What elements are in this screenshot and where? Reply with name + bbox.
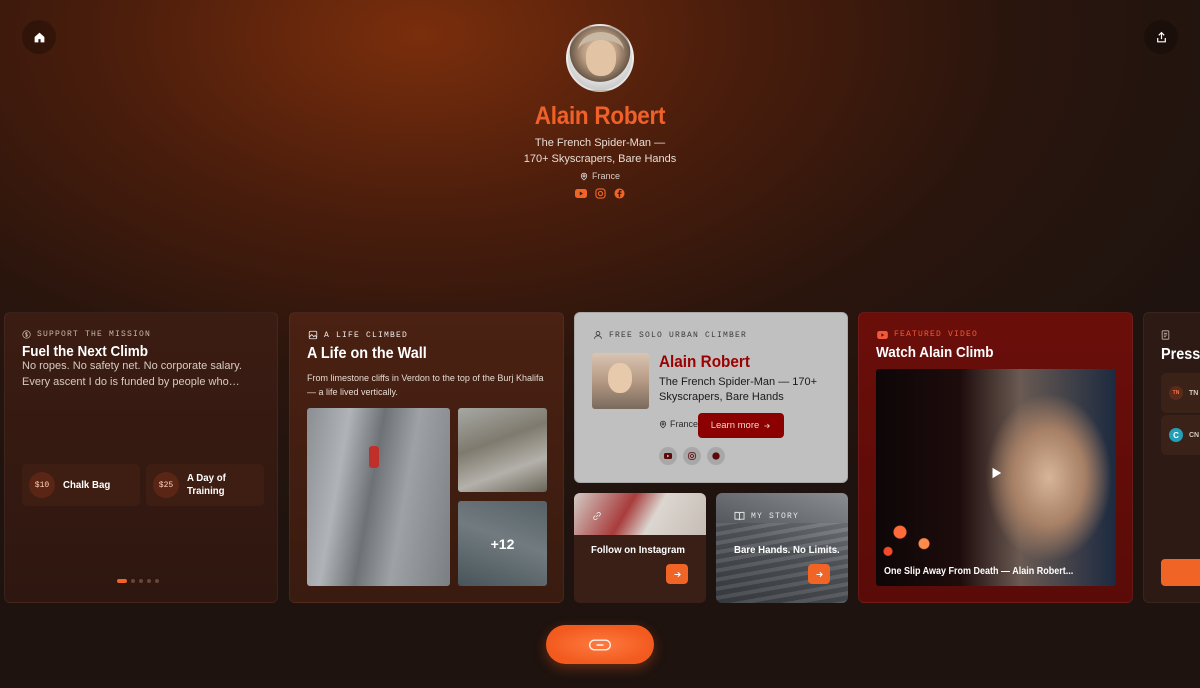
video-eyebrow: FEATURED VIDEO <box>877 330 978 339</box>
gallery-photo-main[interactable] <box>307 408 450 586</box>
support-card: SUPPORT THE MISSION Fuel the Next Climb … <box>4 312 278 603</box>
location-text: France <box>670 419 699 429</box>
press-logo: TN <box>1169 386 1183 400</box>
link-icon <box>593 511 601 521</box>
more-photos-count: +12 <box>458 501 547 586</box>
gallery-photo-more[interactable]: +12 <box>458 501 547 586</box>
instagram-title: Follow on Instagram <box>591 544 685 556</box>
bio-tagline: The French Spider-Man — 170+ Skyscrapers… <box>659 376 818 403</box>
eyebrow-text: MY STORY <box>751 511 800 521</box>
tier-day-of-training[interactable]: $25 A Day of Training <box>146 464 264 506</box>
bio-location: France <box>659 419 698 429</box>
video-card: FEATURED VIDEO Watch Alain Climb One Sli… <box>858 312 1133 603</box>
profile-tagline: The French Spider-Man — 170+ Skyscrapers… <box>0 135 1200 167</box>
pin-icon <box>659 420 667 428</box>
gallery-description: From limestone cliffs in Verdon to the t… <box>307 373 544 397</box>
location-text: France <box>591 171 620 181</box>
document-icon <box>1161 330 1170 340</box>
eyebrow-text: FEATURED VIDEO <box>894 330 979 339</box>
youtube-link[interactable] <box>575 187 587 199</box>
tier-chalk-bag[interactable]: $10 Chalk Bag <box>22 464 140 506</box>
avatar <box>566 24 634 92</box>
play-icon[interactable] <box>989 466 1003 480</box>
tagline-line-1: The French Spider-Man — <box>534 137 666 149</box>
profile-location: France <box>0 171 1200 181</box>
bio-name: Alain Robert <box>659 352 750 371</box>
youtube-icon <box>664 453 672 459</box>
story-arrow-button[interactable] <box>808 564 830 584</box>
eyebrow-text: SUPPORT THE MISSION <box>37 330 152 339</box>
carousel-dot[interactable] <box>155 579 159 583</box>
carousel-dot[interactable] <box>131 579 135 583</box>
bio-avatar <box>592 353 649 409</box>
instagram-link[interactable] <box>683 447 701 465</box>
facebook-icon <box>613 187 625 199</box>
profile-name: Alain Robert <box>534 102 666 130</box>
press-label: CN <box>1189 431 1200 439</box>
story-eyebrow: MY STORY <box>734 511 799 521</box>
tagline-line-2: 170+ Skyscrapers, Bare Hands <box>523 153 677 165</box>
arrow-right-icon <box>674 571 681 577</box>
press-item[interactable]: TN TN <box>1161 373 1200 413</box>
facebook-icon <box>712 452 720 460</box>
link-icon <box>589 639 611 650</box>
video-title: Watch Alain Climb <box>876 344 994 361</box>
profile-header: Alain Robert The French Spider-Man — 170… <box>0 24 1200 199</box>
carousel-dot-active[interactable] <box>117 579 127 583</box>
instagram-link[interactable] <box>594 187 606 199</box>
bio-social-links <box>659 447 725 465</box>
arrow-right-icon <box>764 423 771 428</box>
instagram-icon <box>594 187 606 199</box>
social-links <box>0 187 1200 199</box>
bio-eyebrow: FREE SOLO URBAN CLIMBER <box>593 330 747 340</box>
bio-card: FREE SOLO URBAN CLIMBER Alain Robert The… <box>574 312 848 483</box>
gallery-title: A Life on the Wall <box>307 345 427 362</box>
press-label: TN <box>1189 389 1199 397</box>
instagram-card[interactable]: Follow on Instagram <box>574 493 706 603</box>
tier-name: A Day of Training <box>187 472 226 497</box>
facebook-link[interactable] <box>613 187 625 199</box>
tier-price: $10 <box>29 472 55 498</box>
press-item[interactable]: C CN <box>1161 415 1200 455</box>
instagram-arrow-button[interactable] <box>666 564 688 584</box>
story-card[interactable]: MY STORY Bare Hands. No Limits. <box>716 493 848 603</box>
gallery-eyebrow: A LIFE CLIMBED <box>308 330 408 340</box>
user-icon <box>594 331 602 339</box>
video-player[interactable]: One Slip Away From Death — Alain Robert.… <box>876 369 1116 586</box>
carousel-dot[interactable] <box>139 579 143 583</box>
tier-name: Chalk Bag <box>63 478 111 491</box>
video-caption: One Slip Away From Death — Alain Robert.… <box>884 566 1074 577</box>
gallery-photo[interactable] <box>458 408 547 492</box>
story-title: Bare Hands. No Limits. <box>734 544 840 556</box>
press-cta-button[interactable] <box>1161 559 1200 586</box>
learn-more-label: Learn more <box>710 420 760 431</box>
dollar-icon <box>22 330 31 339</box>
press-title: Press <box>1161 346 1200 363</box>
gallery-card[interactable]: A LIFE CLIMBED A Life on the Wall From l… <box>289 312 564 603</box>
book-icon <box>734 511 745 521</box>
eyebrow-text: FREE SOLO URBAN CLIMBER <box>609 330 748 340</box>
press-card: Press TN TN C CN <box>1143 312 1200 603</box>
press-logo: C <box>1169 428 1183 442</box>
floating-action-button[interactable] <box>546 625 654 664</box>
image-icon <box>308 330 318 340</box>
tier-price: $25 <box>153 472 179 498</box>
pin-icon <box>580 172 588 180</box>
support-title: Fuel the Next Climb <box>22 343 149 360</box>
instagram-icon <box>688 452 696 460</box>
support-description: No ropes. No safety net. No corporate sa… <box>22 360 242 388</box>
arrow-right-icon <box>816 571 823 577</box>
facebook-link[interactable] <box>707 447 725 465</box>
learn-more-button[interactable]: Learn more <box>698 413 784 438</box>
carousel-dot[interactable] <box>147 579 151 583</box>
eyebrow-text: A LIFE CLIMBED <box>324 330 409 340</box>
support-eyebrow: SUPPORT THE MISSION <box>22 330 151 339</box>
carousel-dots <box>117 579 159 583</box>
youtube-icon <box>575 188 587 198</box>
youtube-icon <box>877 330 888 339</box>
youtube-link[interactable] <box>659 447 677 465</box>
